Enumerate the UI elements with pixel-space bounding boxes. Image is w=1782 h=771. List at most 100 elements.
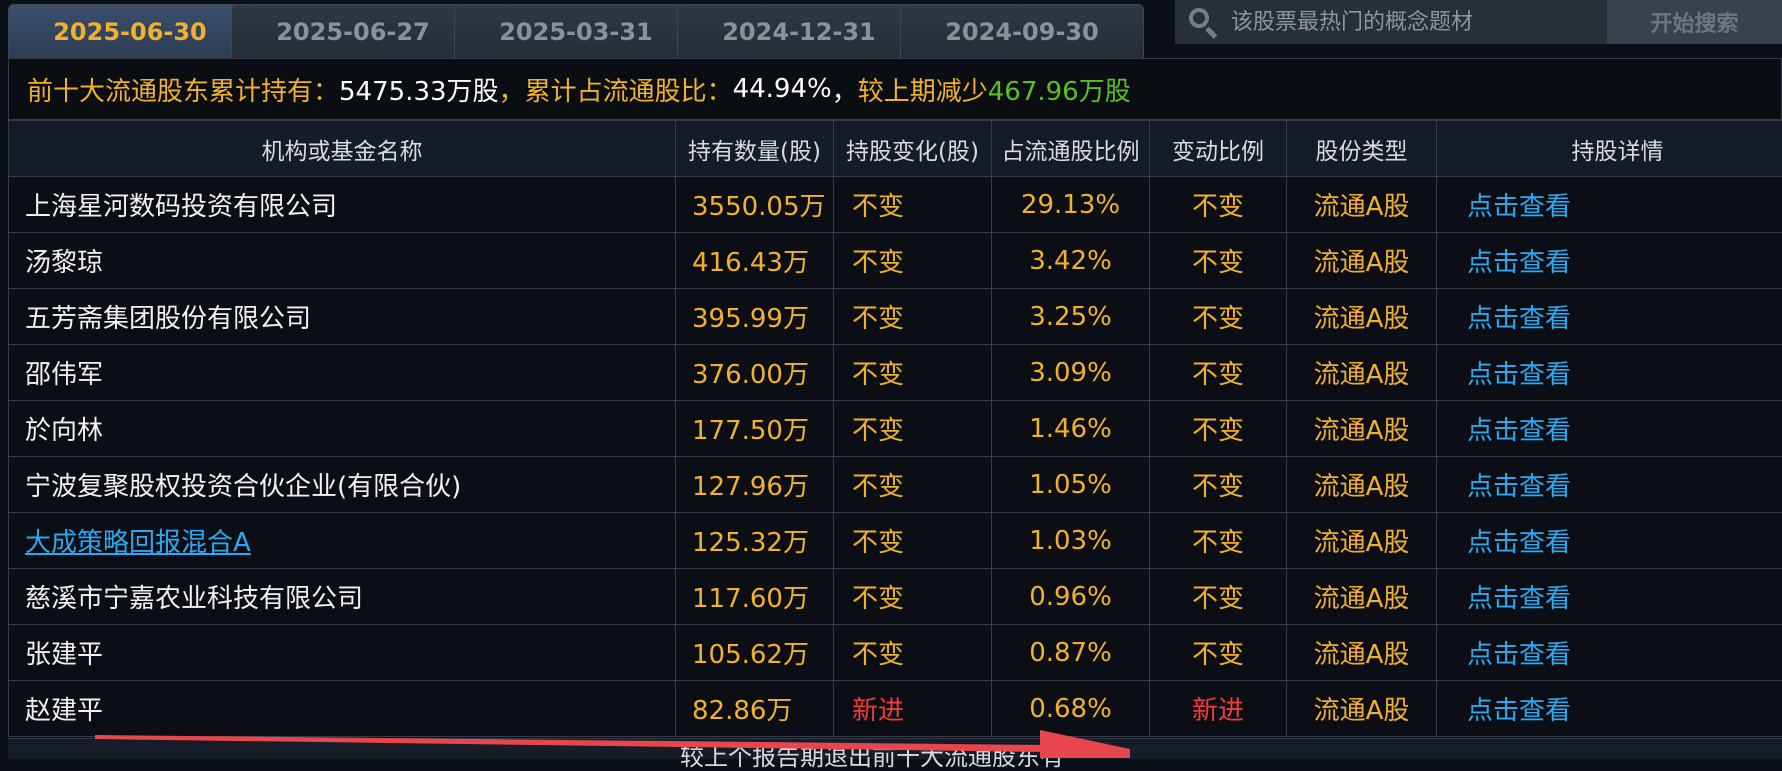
search-input[interactable] [1221, 2, 1607, 42]
table-row: 於向林177.50万不变1.46%不变流通A股点击查看 [9, 401, 1782, 457]
holding-amount: 117.60万 [692, 584, 809, 614]
tab-2025-03-31[interactable]: 2025-03-31 [454, 4, 698, 58]
holding-change: 不变 [852, 416, 904, 446]
table-row: 赵建平82.86万新进0.68%新进流通A股点击查看 [9, 681, 1782, 737]
header-share-type[interactable]: 股份类型 [1287, 121, 1437, 177]
holding-change-cell: 新进 [834, 681, 992, 737]
holder-name-cell: 汤黎琼 [9, 233, 676, 289]
share-type-cell: 流通A股 [1287, 233, 1437, 289]
change-ratio: 不变 [1192, 192, 1244, 222]
detail-link[interactable]: 点击查看 [1467, 696, 1571, 726]
share-type-cell: 流通A股 [1287, 569, 1437, 625]
float-ratio-cell: 1.46% [992, 401, 1150, 457]
change-ratio: 不变 [1192, 304, 1244, 334]
holding-change: 不变 [852, 304, 904, 334]
detail-link-cell: 点击查看 [1437, 233, 1782, 289]
holding-change: 不变 [852, 472, 904, 502]
concept-search-bar: 开始搜索 [1175, 0, 1782, 44]
search-icon[interactable] [1185, 4, 1221, 40]
holder-name: 汤黎琼 [25, 248, 103, 278]
detail-link[interactable]: 点击查看 [1467, 584, 1571, 614]
holding-change: 不变 [852, 584, 904, 614]
holder-name: 宁波复聚股权投资合伙企业(有限合伙) [25, 472, 461, 502]
share-type-cell: 流通A股 [1287, 681, 1437, 737]
float-ratio-cell: 0.87% [992, 625, 1150, 681]
summary-total-ratio: 44.94% [733, 74, 832, 104]
holding-amount: 125.32万 [692, 528, 809, 558]
tab-2024-09-30[interactable]: 2024-09-30 [900, 4, 1144, 58]
float-ratio-cell: 1.05% [992, 457, 1150, 513]
summary-label-ratio: 累计占流通股比： [525, 71, 733, 108]
share-type: 流通A股 [1314, 248, 1410, 278]
detail-link[interactable]: 点击查看 [1467, 248, 1571, 278]
share-type: 流通A股 [1314, 640, 1410, 670]
detail-link-cell: 点击查看 [1437, 457, 1782, 513]
table-row: 宁波复聚股权投资合伙企业(有限合伙)127.96万不变1.05%不变流通A股点击… [9, 457, 1782, 513]
share-type: 流通A股 [1314, 584, 1410, 614]
holder-name: 上海星河数码投资有限公司 [25, 192, 337, 222]
holder-name-cell: 五芳斋集团股份有限公司 [9, 289, 676, 345]
table-row: 慈溪市宁嘉农业科技有限公司117.60万不变0.96%不变流通A股点击查看 [9, 569, 1782, 625]
search-button[interactable]: 开始搜索 [1607, 0, 1782, 44]
holding-amount-cell: 125.32万 [676, 513, 834, 569]
holding-amount: 105.62万 [692, 640, 809, 670]
holder-name[interactable]: 大成策略回报混合A [25, 528, 251, 558]
holding-amount-cell: 117.60万 [676, 569, 834, 625]
holding-change-cell: 不变 [834, 233, 992, 289]
holder-name-cell: 上海星河数码投资有限公司 [9, 177, 676, 233]
change-ratio-cell: 不变 [1150, 513, 1287, 569]
header-amount[interactable]: 持有数量(股) [676, 121, 834, 177]
tab-2024-12-31[interactable]: 2024-12-31 [677, 4, 921, 58]
holding-change: 不变 [852, 192, 904, 222]
share-type-cell: 流通A股 [1287, 177, 1437, 233]
change-ratio-cell: 不变 [1150, 233, 1287, 289]
float-ratio: 1.46% [1029, 414, 1112, 444]
detail-link[interactable]: 点击查看 [1467, 528, 1571, 558]
summary-label-total: 前十大流通股东累计持有： [27, 71, 339, 108]
change-ratio: 不变 [1192, 584, 1244, 614]
holder-name-cell: 宁波复聚股权投资合伙企业(有限合伙) [9, 457, 676, 513]
holding-change-cell: 不变 [834, 177, 992, 233]
summary-separator: ， [832, 71, 858, 108]
header-change-ratio[interactable]: 变动比例 [1150, 121, 1287, 177]
change-ratio: 不变 [1192, 416, 1244, 446]
table-row: 汤黎琼416.43万不变3.42%不变流通A股点击查看 [9, 233, 1782, 289]
detail-link-cell: 点击查看 [1437, 569, 1782, 625]
holding-change: 不变 [852, 528, 904, 558]
exited-holders-text: 较上个报告期退出前十大流通股东有 [680, 745, 1064, 769]
detail-link[interactable]: 点击查看 [1467, 640, 1571, 670]
holding-amount: 177.50万 [692, 416, 809, 446]
holding-amount: 416.43万 [692, 248, 809, 278]
holding-change: 不变 [852, 360, 904, 390]
detail-link-cell: 点击查看 [1437, 625, 1782, 681]
holding-amount-cell: 3550.05万 [676, 177, 834, 233]
summary-total-shares: 5475.33万股 [339, 71, 499, 108]
tab-2025-06-27[interactable]: 2025-06-27 [231, 4, 475, 58]
tab-2025-06-30[interactable]: 2025-06-30 [8, 4, 252, 58]
detail-link[interactable]: 点击查看 [1467, 360, 1571, 390]
change-ratio: 不变 [1192, 528, 1244, 558]
float-ratio: 3.42% [1029, 246, 1112, 276]
detail-link-cell: 点击查看 [1437, 177, 1782, 233]
holding-change: 新进 [852, 696, 904, 726]
holding-amount-cell: 416.43万 [676, 233, 834, 289]
holder-name: 五芳斋集团股份有限公司 [25, 304, 311, 334]
header-change[interactable]: 持股变化(股) [834, 121, 992, 177]
header-holder-name[interactable]: 机构或基金名称 [9, 121, 676, 177]
float-ratio: 3.25% [1029, 302, 1112, 332]
summary-separator: ， [499, 71, 525, 108]
header-detail[interactable]: 持股详情 [1437, 121, 1782, 177]
holding-change-cell: 不变 [834, 401, 992, 457]
detail-link[interactable]: 点击查看 [1467, 416, 1571, 446]
detail-link[interactable]: 点击查看 [1467, 192, 1571, 222]
holders-summary: 前十大流通股东累计持有： 5475.33万股 ， 累计占流通股比： 44.94%… [8, 58, 1782, 120]
change-ratio: 不变 [1192, 248, 1244, 278]
detail-link[interactable]: 点击查看 [1467, 472, 1571, 502]
share-type-cell: 流通A股 [1287, 457, 1437, 513]
detail-link[interactable]: 点击查看 [1467, 304, 1571, 334]
holding-change-cell: 不变 [834, 345, 992, 401]
holding-change-cell: 不变 [834, 289, 992, 345]
header-float-ratio[interactable]: 占流通股比例 [992, 121, 1150, 177]
change-ratio-cell: 不变 [1150, 289, 1287, 345]
holder-name-cell: 张建平 [9, 625, 676, 681]
